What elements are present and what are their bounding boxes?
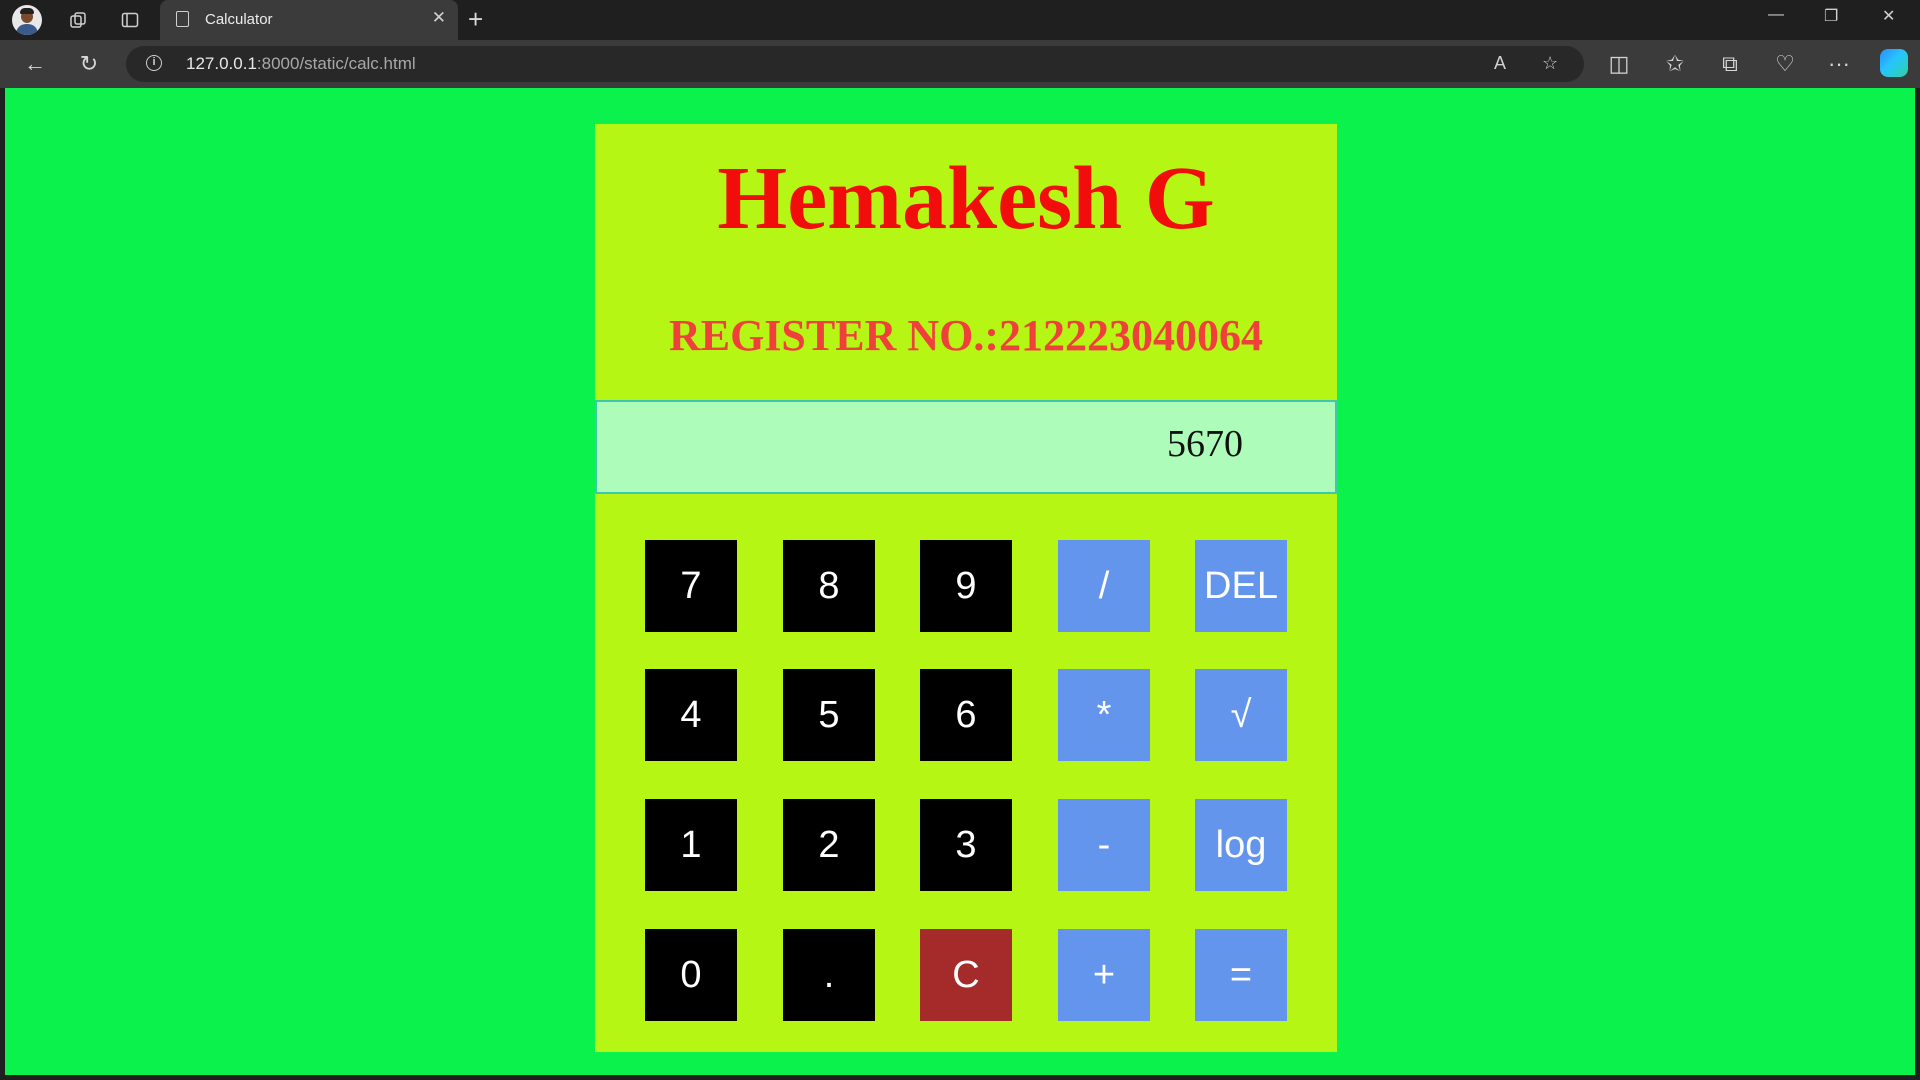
browser-essentials-icon[interactable]: ♡ [1770,50,1800,78]
url-field[interactable]: i 127.0.0.1:8000/static/calc.html A ☆ [126,46,1584,82]
key-3[interactable]: 3 [920,799,1012,891]
profile-avatar[interactable] [12,5,42,35]
read-aloud-icon[interactable]: A [1494,53,1506,74]
more-options-icon[interactable]: ··· [1824,50,1854,78]
key-multiply[interactable]: * [1058,669,1150,761]
refresh-icon[interactable]: ↻ [74,50,104,78]
tab-calculator[interactable]: Calculator ✕ [160,0,458,40]
close-tab-icon[interactable]: ✕ [432,8,446,28]
key-clear[interactable]: C [920,929,1012,1021]
back-icon[interactable]: ← [20,50,50,78]
new-tab-button[interactable]: + [468,4,483,34]
tab-title: Calculator [205,11,273,28]
key-log[interactable]: log [1195,799,1287,891]
register-number-heading: REGISTER NO.:212223040064 [668,311,1264,360]
collections-icon[interactable]: ⧉ [1715,50,1745,78]
url-host: 127.0.0.1 [186,54,257,73]
site-info-icon[interactable]: i [146,55,162,71]
window-close-icon[interactable]: ✕ [1882,6,1895,26]
address-bar-row: ← ↻ i 127.0.0.1:8000/static/calc.html A … [0,40,1920,88]
url-path: :8000/static/calc.html [256,54,416,73]
workspaces-icon[interactable] [62,4,94,36]
calculator-panel: Hemakesh G REGISTER NO.:212223040064 567… [595,124,1337,1052]
browser-tab-bar: Calculator ✕ + — ❐ ✕ [0,0,1920,40]
url-text: 127.0.0.1:8000/static/calc.html [186,54,416,74]
key-8[interactable]: 8 [783,540,875,632]
key-delete[interactable]: DEL [1195,540,1287,632]
split-screen-icon[interactable]: ◫ [1604,50,1634,78]
key-6[interactable]: 6 [920,669,1012,761]
key-add[interactable]: + [1058,929,1150,1021]
key-7[interactable]: 7 [645,540,737,632]
key-0[interactable]: 0 [645,929,737,1021]
key-square-root[interactable]: √ [1195,669,1287,761]
restore-icon[interactable]: ❐ [1824,6,1838,26]
page-viewport: Hemakesh G REGISTER NO.:212223040064 567… [5,88,1915,1075]
favorite-star-icon[interactable]: ☆ [1542,53,1558,74]
display-value: 5670 [1167,423,1243,465]
favorites-icon[interactable]: ✩ [1660,50,1690,78]
key-4[interactable]: 4 [645,669,737,761]
page-icon [176,11,189,27]
calculator-display[interactable]: 5670 [595,400,1337,494]
key-divide[interactable]: / [1058,540,1150,632]
key-5[interactable]: 5 [783,669,875,761]
copilot-icon[interactable] [1880,49,1908,77]
key-1[interactable]: 1 [645,799,737,891]
key-9[interactable]: 9 [920,540,1012,632]
minimize-icon[interactable]: — [1768,6,1784,24]
key-subtract[interactable]: - [1058,799,1150,891]
key-equals[interactable]: = [1195,929,1287,1021]
student-name-heading: Hemakesh G [717,149,1215,248]
key-2[interactable]: 2 [783,799,875,891]
tab-actions-icon[interactable] [114,4,146,36]
key-decimal[interactable]: . [783,929,875,1021]
